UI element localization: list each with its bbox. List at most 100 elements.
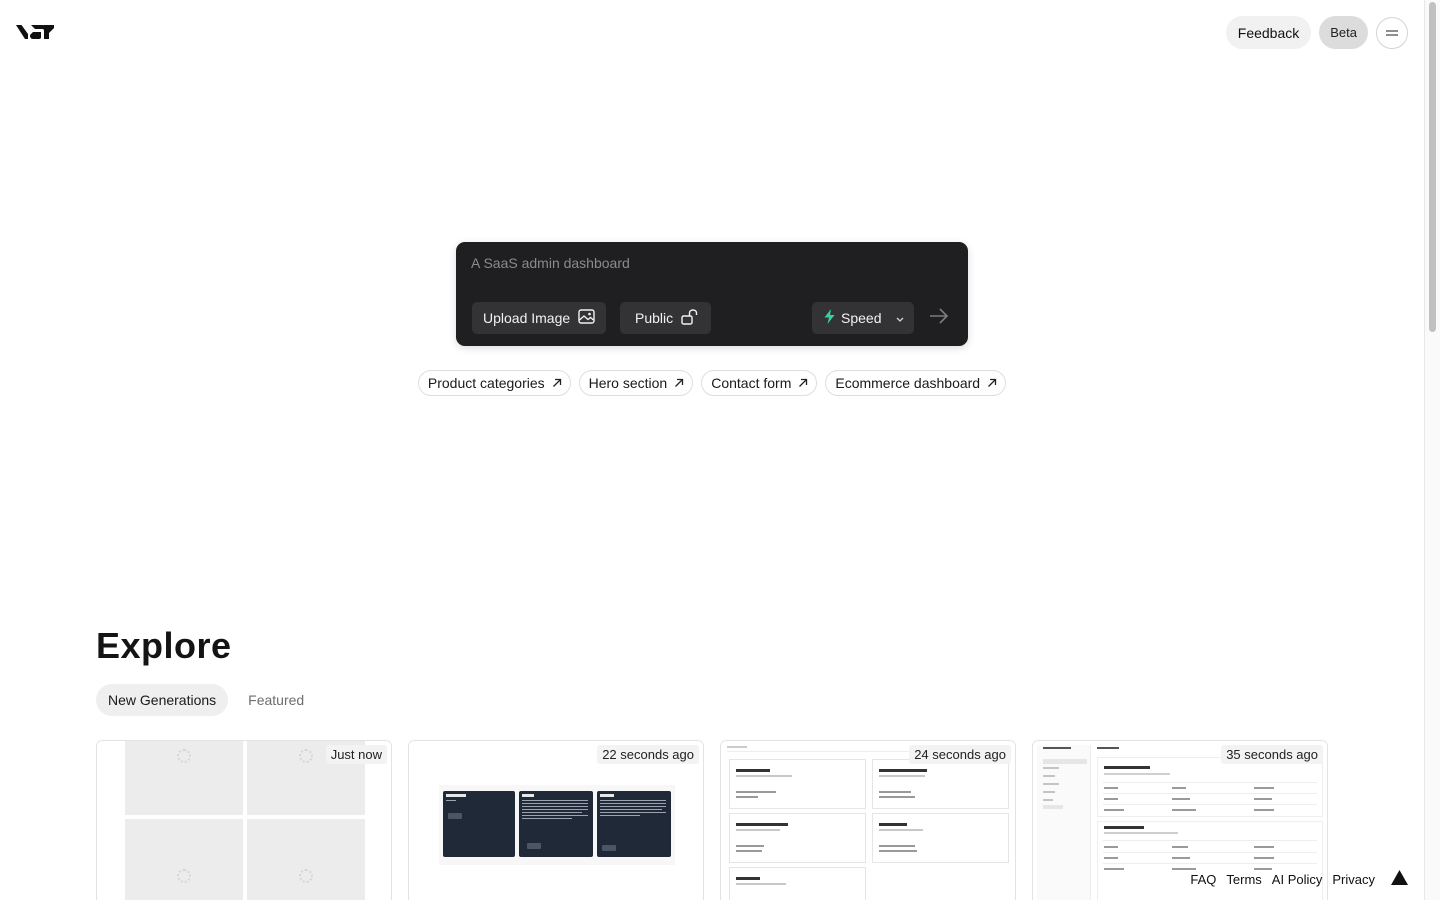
- preview-line: [600, 815, 640, 816]
- preview-cell: [1104, 846, 1118, 848]
- preview-heading: [1104, 766, 1150, 769]
- loading-tile: [125, 741, 243, 815]
- explore-title: Explore: [96, 625, 232, 666]
- preview-line: [600, 803, 666, 804]
- preview-heading: [1097, 747, 1119, 749]
- preview-line: [522, 815, 588, 816]
- preview-line: [736, 796, 758, 798]
- model-select-button[interactable]: Speed: [812, 302, 915, 334]
- feedback-button[interactable]: Feedback: [1225, 16, 1312, 49]
- generation-card[interactable]: Just now: [96, 740, 392, 900]
- preview-cell: [1172, 798, 1190, 800]
- preview-line: [522, 803, 588, 804]
- faq-link[interactable]: FAQ: [1190, 872, 1216, 887]
- arrow-up-right-icon: [552, 375, 562, 391]
- preview-step: [872, 759, 1009, 809]
- preview-panel: [519, 791, 593, 857]
- preview-step: [729, 867, 866, 900]
- preview-line: [736, 845, 764, 847]
- preview-button: [527, 843, 541, 849]
- preview-cell: [1172, 787, 1186, 789]
- preview-cell: [1104, 787, 1118, 789]
- lightning-icon: [824, 309, 835, 327]
- preview-heading: [879, 769, 927, 772]
- preview-row-divider: [1103, 782, 1317, 783]
- beta-button[interactable]: Beta: [1319, 16, 1368, 49]
- preview-line: [1104, 832, 1178, 834]
- preview-line: [600, 812, 666, 813]
- preview-line: [1104, 773, 1170, 775]
- loading-spinner-icon: [299, 869, 313, 883]
- ai-policy-link[interactable]: AI Policy: [1272, 872, 1323, 887]
- preview-line: [879, 775, 925, 777]
- preview-line: [736, 829, 780, 831]
- arrow-up-right-icon: [674, 375, 684, 391]
- generation-card[interactable]: 24 seconds ago: [720, 740, 1016, 900]
- preview-line: [522, 806, 588, 807]
- preview-line: [600, 800, 666, 801]
- preview-line: [1043, 767, 1059, 769]
- header-actions: Feedback Beta: [1225, 16, 1408, 49]
- tab-featured[interactable]: Featured: [236, 684, 316, 716]
- prompt-input[interactable]: [471, 255, 951, 271]
- menu-button[interactable]: [1376, 16, 1408, 49]
- preview-cell: [1254, 857, 1274, 859]
- scrollbar-thumb[interactable]: [1429, 2, 1436, 332]
- menu-icon: [1385, 25, 1399, 40]
- preview-section: [1097, 821, 1323, 900]
- preview-line: [522, 818, 572, 819]
- card-timestamp: 24 seconds ago: [909, 745, 1011, 764]
- card-timestamp: 22 seconds ago: [597, 745, 699, 764]
- send-button[interactable]: [926, 306, 952, 330]
- loading-tile: [125, 819, 243, 900]
- card-timestamp: Just now: [325, 745, 387, 764]
- preview-line: [879, 791, 911, 793]
- preview-sidebar: [1037, 745, 1091, 900]
- preview-step: [729, 759, 866, 809]
- footer-links: FAQ Terms AI Policy Privacy: [1190, 870, 1408, 888]
- preview-line: [1043, 783, 1059, 785]
- chevron-down-icon: [895, 310, 905, 326]
- page-scrollbar[interactable]: [1424, 0, 1440, 900]
- preview-line: [1043, 799, 1053, 801]
- preview-heading: [446, 794, 466, 797]
- preview-button: [448, 813, 462, 819]
- preview-line: [1043, 775, 1055, 777]
- suggestion-chip[interactable]: Product categories: [417, 370, 571, 396]
- explore-tabs: New Generations Featured: [96, 684, 316, 716]
- suggestion-chip[interactable]: Ecommerce dashboard: [825, 370, 1007, 396]
- privacy-link[interactable]: Privacy: [1332, 872, 1375, 887]
- preview-row-divider: [1103, 840, 1317, 841]
- visibility-button[interactable]: Public: [620, 302, 712, 334]
- v0-logo-icon[interactable]: [15, 20, 57, 44]
- suggestion-label: Contact form: [711, 375, 792, 391]
- unlock-icon: [681, 308, 698, 328]
- preview-row-divider: [1103, 804, 1317, 805]
- suggestion-chips: Product categories Hero section Contact …: [0, 370, 1424, 396]
- preview-line: [600, 806, 666, 807]
- preview-cell: [1104, 868, 1124, 870]
- vercel-triangle-icon[interactable]: [1391, 870, 1408, 888]
- terms-link[interactable]: Terms: [1226, 872, 1261, 887]
- card-timestamp: 35 seconds ago: [1221, 745, 1323, 764]
- suggestion-chip[interactable]: Hero section: [578, 370, 694, 396]
- upload-image-button[interactable]: Upload Image: [472, 302, 607, 334]
- preview-line: [446, 800, 456, 801]
- preview-line: [600, 809, 662, 810]
- generation-card[interactable]: 22 seconds ago: [408, 740, 704, 900]
- generation-cards: Just now 22 seconds ago 24 seconds ago 3…: [96, 740, 1328, 900]
- preview-section: [1097, 757, 1323, 817]
- suggestion-label: Ecommerce dashboard: [835, 375, 981, 391]
- tab-new-generations[interactable]: New Generations: [96, 684, 229, 716]
- suggestion-chip[interactable]: Contact form: [701, 370, 818, 396]
- loading-tile: [247, 819, 365, 900]
- preview-line: [736, 791, 776, 793]
- preview-heading: [600, 794, 614, 797]
- preview-nav-active: [1043, 759, 1087, 764]
- preview-line: [1043, 805, 1063, 809]
- preview-line: [736, 883, 786, 885]
- preview-line: [522, 809, 588, 810]
- preview-line: [879, 845, 915, 847]
- preview-heading: [1104, 826, 1144, 829]
- preview-panel: [597, 791, 671, 857]
